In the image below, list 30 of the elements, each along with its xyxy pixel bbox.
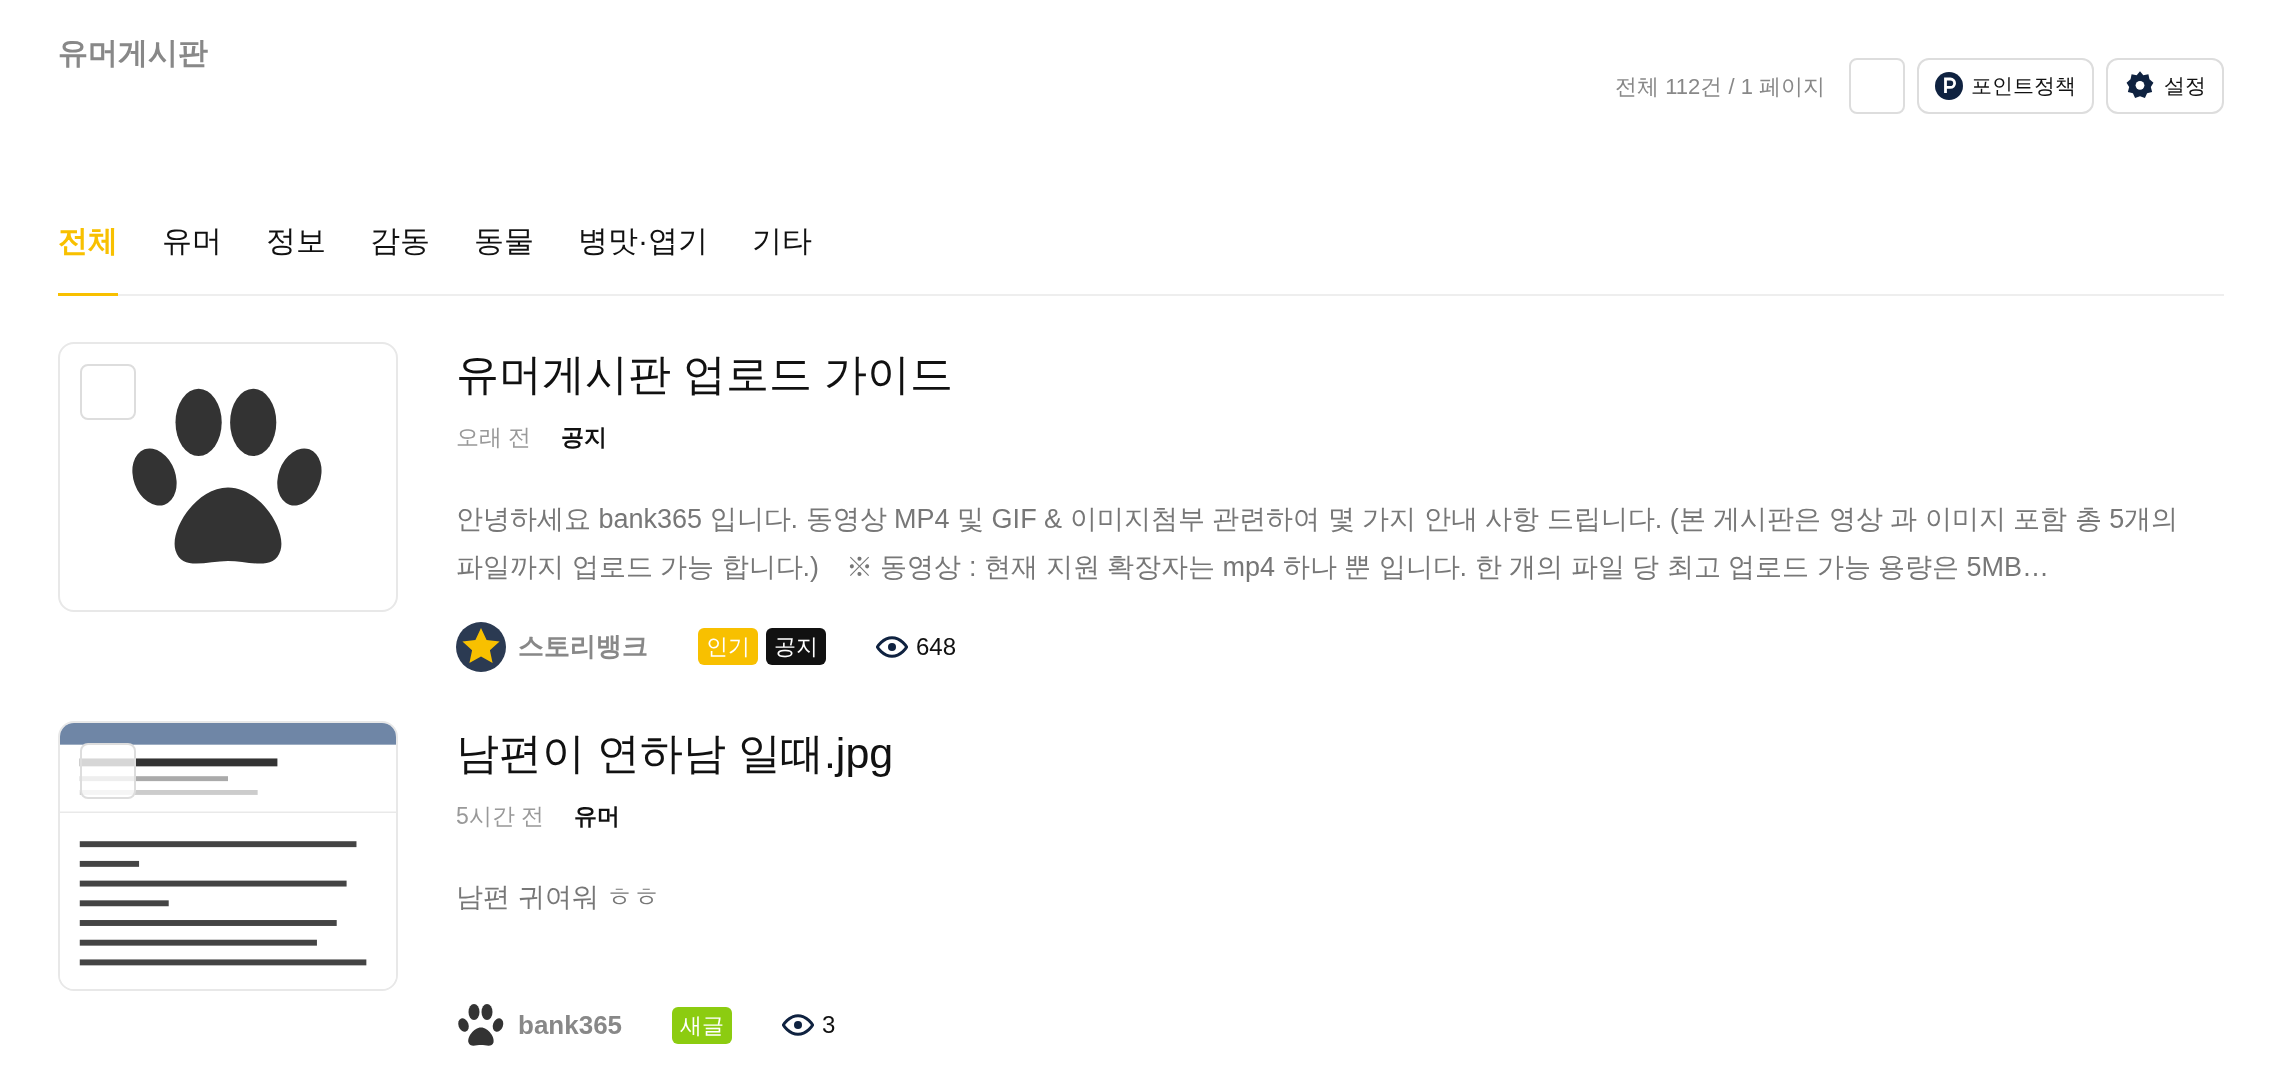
post-category: 유머 <box>574 801 621 831</box>
view-count: 3 <box>822 1010 836 1040</box>
post-excerpt: 남편 귀여워 ㅎㅎ <box>456 881 661 914</box>
category-tab[interactable]: 정보 <box>266 218 326 296</box>
author-name[interactable]: 스토리뱅크 <box>518 627 648 666</box>
post-badge: 인기 <box>698 628 758 665</box>
view-count: 648 <box>916 631 957 662</box>
post-category: 공지 <box>561 423 608 452</box>
post-badge: 새글 <box>672 1006 733 1044</box>
checkbox[interactable] <box>1849 58 1905 114</box>
checkbox[interactable] <box>80 364 136 420</box>
author-name[interactable]: bank365 <box>518 1005 623 1045</box>
post-excerpt: 안녕하세요 bank365 입니다. 동영상 MP4 및 GIF & 이미지첨부 관련하여 몇 가지 안내 사항 드립니다. (본 게시판은 영상 과 이미지 포함 총 5개의 파일까지 업로드 가능 합니다.) ※ 동영상 : 현재 지원 확장자는 mp4 하나 뿐 입니다. 한 개의 파일 당 최고 업로드 가능 용량은 5MB… <box>456 502 2180 584</box>
category-tab[interactable]: 병맛·엽기 <box>578 218 708 296</box>
checkbox[interactable] <box>80 742 136 799</box>
points-button[interactable]: 포인트정책 <box>1917 58 2094 114</box>
settings-button[interactable]: 설정 <box>2106 58 2224 114</box>
post-thumbnail[interactable] <box>58 342 398 612</box>
board-title: 유머게시판 <box>58 35 208 71</box>
post-title[interactable]: 유머게시판 업로드 가이드 <box>456 346 2224 402</box>
post-time: 오래 전 <box>456 423 532 452</box>
category-tab[interactable]: 기타 <box>752 218 812 296</box>
points-icon <box>1935 72 1963 100</box>
post-badge: 공지 <box>766 628 826 665</box>
post-time: 5시간 전 <box>456 801 545 831</box>
post-title[interactable]: 남편이 연하남 일때.jpg <box>456 724 2224 781</box>
page-summary: 전체 112건 / 1 페이지 <box>1615 72 1825 101</box>
category-tab[interactable]: 유머 <box>162 218 222 296</box>
category-tab[interactable]: 동물 <box>474 218 534 296</box>
category-tab[interactable]: 감동 <box>370 218 430 296</box>
